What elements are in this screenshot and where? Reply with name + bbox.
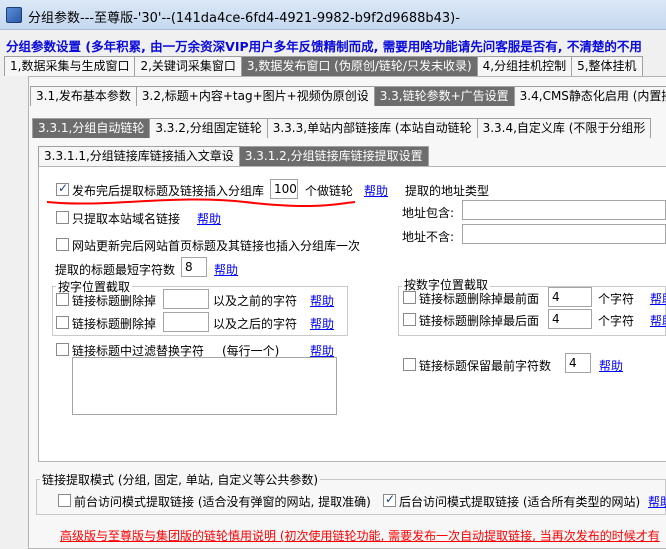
keep-front-input[interactable]: 4 bbox=[565, 353, 591, 373]
front-mode-label: 前台访问模式提取链接 (适合没有弹窗的网站, 提取准确) bbox=[74, 495, 371, 509]
char-before-checkbox[interactable] bbox=[56, 293, 69, 306]
keep-front-checkbox[interactable] bbox=[403, 358, 416, 371]
tab-data-collect[interactable]: 1,数据采集与生成窗口 bbox=[4, 56, 136, 76]
num-back-input[interactable]: 4 bbox=[548, 309, 592, 329]
back-mode-label: 后台访问模式提取链接 (适合所有类型的网站) bbox=[399, 495, 641, 509]
num-back-checkbox[interactable] bbox=[403, 313, 416, 326]
own-domain-label: 只提取本站域名链接 bbox=[72, 212, 181, 226]
char-after-checkbox[interactable] bbox=[56, 316, 69, 329]
title-bar: 分组参数---至尊版-'30'--(141da4ce-6fd4-4921-998… bbox=[0, 0, 666, 30]
tab-cms[interactable]: 3.4,CMS静态化启用 (内置接 bbox=[513, 86, 666, 106]
filter-textarea[interactable] bbox=[72, 357, 337, 415]
sub-sub-tabs: 3.3.1,分组自动链轮 3.3.2,分组固定链轮 3.3.3,单站内部链接库 … bbox=[32, 116, 652, 138]
min-title-input[interactable]: 8 bbox=[181, 257, 207, 277]
back-mode-checkbox[interactable] bbox=[383, 492, 396, 507]
tab-site-link-lib[interactable]: 3.3.3,单站内部链接库 (本站自动链轮 bbox=[266, 118, 478, 138]
extract-mode-title: 链接提取模式 (分组, 固定, 单站, 自定义等公共参数) bbox=[40, 471, 321, 488]
banner-blue: 分组参数设置 (多年积累, 由一万余资深VIP用户多年反馈精制而成, 需要用啥功… bbox=[6, 39, 642, 54]
addr-include-label: 地址包含: bbox=[402, 206, 455, 220]
tab-custom-lib[interactable]: 3.3.4,自定义库 (不限于分组形 bbox=[476, 118, 652, 138]
addr-exclude-input[interactable] bbox=[462, 224, 666, 244]
tab-group-fixed-wheel[interactable]: 3.3.2,分组固定链轮 bbox=[149, 118, 268, 138]
extract-title-checkbox[interactable] bbox=[56, 181, 69, 196]
main-tabs: 1,数据采集与生成窗口 2,关键词采集窗口 3,数据发布窗口 (伪原创/链轮/只… bbox=[4, 54, 643, 76]
num-back-label: 链接标题删除掉最后面 bbox=[419, 314, 540, 328]
addr-include-input[interactable] bbox=[462, 200, 666, 220]
app-icon bbox=[6, 7, 22, 23]
num-front-unit: 个字符 bbox=[598, 292, 635, 306]
homepage-insert-checkbox[interactable] bbox=[56, 238, 69, 251]
help-link-mode[interactable]: 帮助 bbox=[648, 493, 666, 510]
char-after-mid: 以及之后的字符 bbox=[213, 317, 298, 331]
tab-link-wheel[interactable]: 3.3,链轮参数+广告设置 bbox=[373, 86, 515, 106]
tab-data-publish[interactable]: 3,数据发布窗口 (伪原创/链轮/只发未收录) bbox=[240, 56, 478, 76]
tab-whole-hang[interactable]: 5,整体挂机 bbox=[571, 56, 643, 76]
num-front-checkbox[interactable] bbox=[403, 291, 416, 304]
filter-checkbox[interactable] bbox=[56, 343, 69, 356]
keep-front-label: 链接标题保留最前字符数 bbox=[419, 359, 552, 373]
min-title-label: 提取的标题最短字符数 bbox=[55, 263, 176, 277]
sub-tabs: 3.1,发布基本参数 3.2,标题+内容+tag+图片+视频伪原创设 3.3,链… bbox=[30, 84, 666, 106]
own-domain-checkbox[interactable] bbox=[56, 211, 69, 224]
help-link-min-title[interactable]: 帮助 bbox=[214, 261, 238, 278]
tab-group-auto-wheel[interactable]: 3.3.1,分组自动链轮 bbox=[32, 118, 151, 138]
help-link-keep[interactable]: 帮助 bbox=[599, 357, 623, 374]
banner-text: 分组参数设置 (多年积累, 由一万余资深VIP用户多年反馈精制而成, 需要用啥功… bbox=[6, 36, 642, 55]
help-link-opt1[interactable]: 帮助 bbox=[364, 182, 388, 199]
addr-exclude-label: 地址不含: bbox=[402, 230, 455, 244]
num-front-input[interactable]: 4 bbox=[548, 287, 592, 307]
tab-keyword-collect[interactable]: 2,关键词采集窗口 bbox=[134, 56, 242, 76]
char-before-mid: 以及之前的字符 bbox=[213, 294, 298, 308]
tab-publish-basic[interactable]: 3.1,发布基本参数 bbox=[30, 86, 137, 106]
char-before-label: 链接标题删除掉 bbox=[72, 294, 157, 308]
addr-type-title: 提取的地址类型 bbox=[405, 184, 490, 198]
window-title: 分组参数---至尊版-'30'--(141da4ce-6fd4-4921-998… bbox=[28, 11, 460, 26]
char-after-input[interactable] bbox=[163, 312, 209, 332]
char-after-label: 链接标题删除掉 bbox=[72, 317, 157, 331]
help-link-num-front[interactable]: 帮助 bbox=[650, 290, 666, 307]
num-front-label: 链接标题删除掉最前面 bbox=[419, 292, 540, 306]
front-mode-checkbox[interactable] bbox=[58, 494, 71, 507]
tab-link-insert[interactable]: 3.3.1.1,分组链接库链接插入文章设 bbox=[38, 146, 240, 166]
tab-link-extract[interactable]: 3.3.1.2,分组链接库链接提取设置 bbox=[238, 146, 429, 166]
help-link-num-back[interactable]: 帮助 bbox=[650, 312, 666, 329]
help-link-char-after[interactable]: 帮助 bbox=[310, 315, 334, 332]
homepage-insert-label: 网站更新完后网站首页标题及其链接也插入分组库一次 bbox=[72, 239, 361, 253]
help-link-opt2[interactable]: 帮助 bbox=[197, 210, 221, 227]
red-underline-annotation bbox=[46, 198, 356, 208]
tab-title-content[interactable]: 3.2,标题+内容+tag+图片+视频伪原创设 bbox=[135, 86, 375, 106]
tab-group-hang[interactable]: 4,分组挂机控制 bbox=[476, 56, 573, 76]
num-back-unit: 个字符 bbox=[598, 314, 635, 328]
char-before-input[interactable] bbox=[163, 289, 209, 309]
inner-tabs: 3.3.1.1,分组链接库链接插入文章设 3.3.1.2,分组链接库链接提取设置 bbox=[38, 144, 429, 166]
help-link-char-before[interactable]: 帮助 bbox=[310, 292, 334, 309]
footer-warning-link[interactable]: 高级版与至尊版与集团版的链轮慎用说明 (初次使用链轮功能, 需要发布一次自动提取… bbox=[60, 527, 660, 544]
